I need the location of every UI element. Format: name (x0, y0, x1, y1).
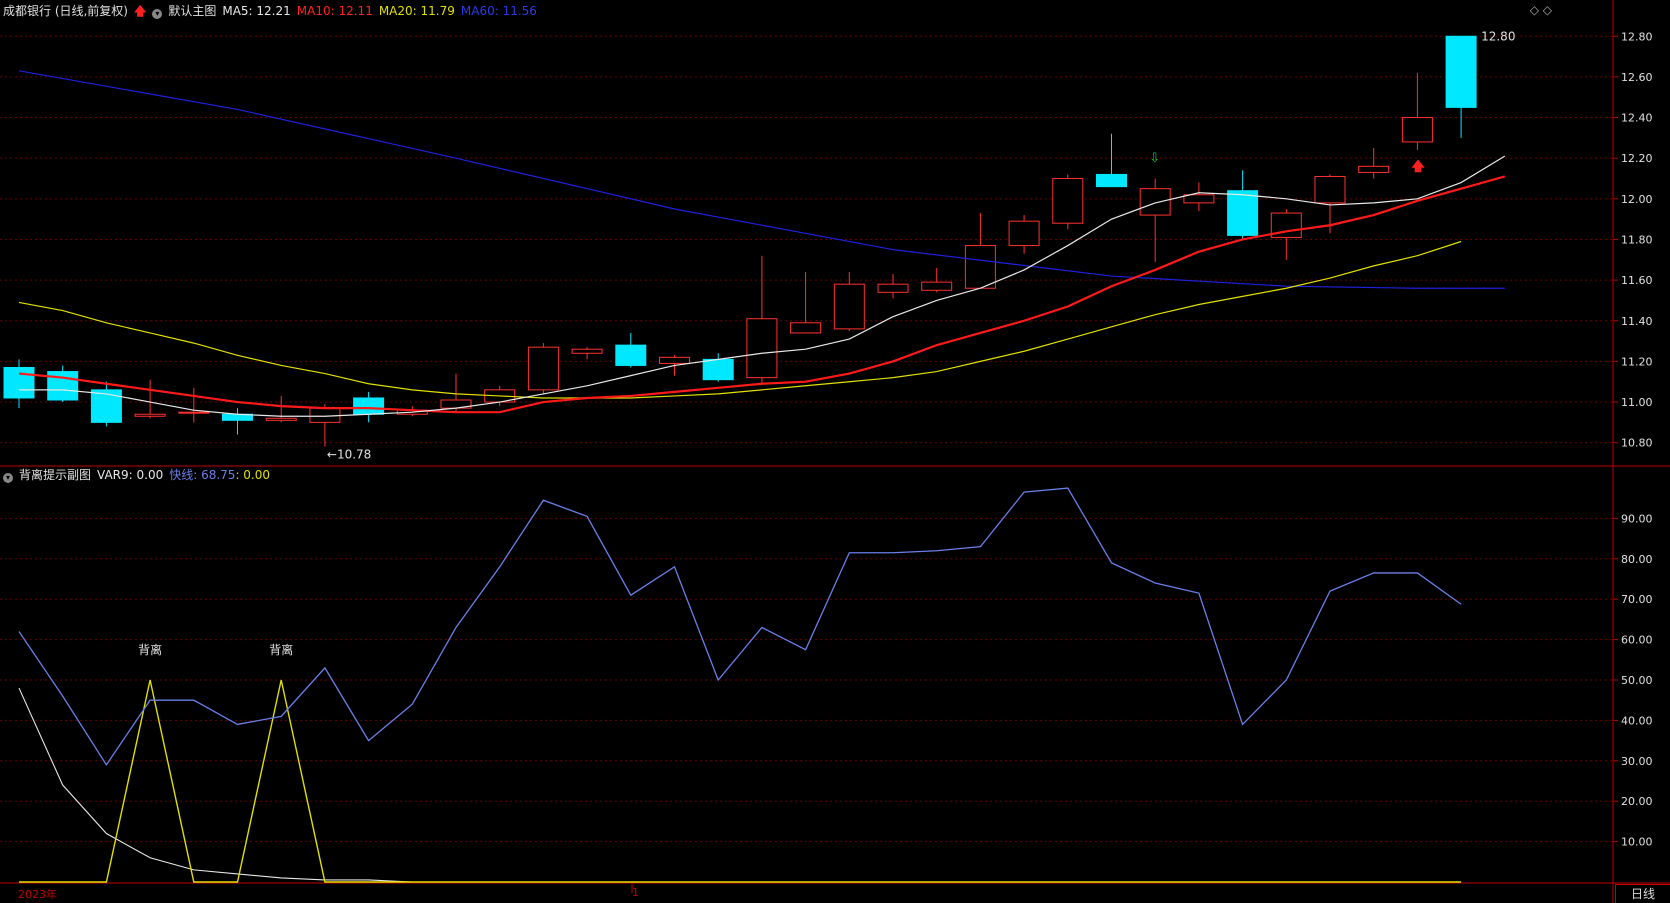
candle-down (702, 358, 734, 381)
y-tick-label: 60.00 (1621, 634, 1653, 647)
slow-line-label: : 0.00 (235, 468, 271, 482)
candle-up (921, 281, 953, 291)
ma20-line (18, 240, 1462, 399)
y-tick-label: 80.00 (1621, 553, 1653, 566)
candle-up (265, 417, 297, 421)
candle-down (353, 397, 385, 415)
month-label: 1 (632, 886, 639, 899)
settings-icon[interactable]: ▾ (3, 473, 13, 483)
candle-up (1401, 117, 1433, 143)
y-tick-label: 50.00 (1621, 674, 1653, 687)
price-annotation: ←10.78 (327, 448, 371, 462)
green-down-arrow-icon: ⇩ (1149, 151, 1160, 166)
candle-up (833, 283, 865, 330)
main-chart-header: 成都银行 (日线,前复权) 🡅 ▾ 默认主图 MA5: 12.21 MA10: 12.11… (3, 4, 543, 19)
candle-up (964, 245, 996, 289)
stock-title[interactable]: 成都银行 (日线,前复权) (3, 4, 128, 18)
ma20-label: MA20: 11.79 (378, 4, 455, 18)
period-tab[interactable]: 日线 (1615, 884, 1670, 903)
ma60-line (18, 70, 1505, 289)
sub-indicator-name[interactable]: 背离提示副图 (19, 468, 91, 482)
candle-down (90, 389, 122, 423)
ma5-label: MA5: 12.21 (222, 4, 291, 18)
y-tick-label: 11.40 (1621, 315, 1653, 328)
candle-up (1183, 194, 1215, 204)
y-tick-label: 12.20 (1621, 152, 1653, 165)
y-tick-label: 11.00 (1621, 396, 1653, 409)
candle-down (1227, 190, 1259, 236)
y-tick-label: 10.80 (1621, 437, 1653, 450)
candle-up (134, 413, 166, 417)
candle-up (571, 348, 603, 354)
candle-up (746, 318, 778, 379)
y-tick-label: 12.60 (1621, 71, 1653, 84)
y-tick-label: 12.40 (1621, 112, 1653, 125)
candle-down (1445, 35, 1477, 108)
candle-up (1008, 220, 1040, 247)
y-tick-label: 20.00 (1621, 795, 1653, 808)
settings-icon[interactable]: ▾ (152, 9, 163, 19)
candle-up (1052, 178, 1084, 224)
y-tick-label: 70.00 (1621, 593, 1653, 606)
y-tick-label: 11.60 (1621, 274, 1653, 287)
stock-chart[interactable]: 10.80 11.00 11.20 11.40 11.60 11.80 12.00 12.20… (0, 0, 1670, 903)
candle-up (1314, 175, 1346, 204)
y-tick-label: 11.20 (1621, 355, 1653, 368)
year-label: 2023年 (18, 888, 57, 901)
y-tick-label: 12.80 (1621, 30, 1653, 43)
red-up-arrow-icon: 🡅 (1411, 159, 1425, 174)
y-tick-label: 11.80 (1621, 233, 1653, 246)
red-up-arrow-icon: 🡅 (134, 4, 147, 18)
candle-up (527, 346, 559, 391)
candle-down (3, 366, 35, 399)
sub-chart-header: ▾ 背离提示副图 VAR9: 0.00 快线: 68.75: 0.00 (3, 468, 276, 483)
price-annotation: 12.80 (1481, 29, 1515, 43)
window-controls[interactable]: ◇ ◇ (1530, 3, 1552, 17)
y-tick-label: 10.00 (1621, 836, 1653, 849)
divergence-label: 背离 (269, 642, 293, 657)
slow-line (18, 687, 1462, 883)
candle-up (659, 356, 690, 364)
candle-up (1139, 188, 1171, 216)
candle-down (1096, 173, 1127, 188)
candle-up (1358, 165, 1390, 173)
var9-label: VAR9: 0.00 (97, 468, 164, 482)
candle-up (178, 411, 210, 414)
candle-up (790, 322, 822, 334)
candle-up (877, 283, 909, 293)
var9-line (19, 679, 1462, 883)
fast-line (18, 487, 1462, 767)
y-tick-label: 40.00 (1621, 714, 1653, 727)
ma60-label: MA60: 11.56 (460, 4, 537, 18)
divergence-label: 背离 (138, 642, 162, 657)
y-tick-label: 90.00 (1621, 512, 1653, 525)
fast-line-label: 快线: 68.75 (169, 468, 236, 482)
y-tick-label: 12.00 (1621, 193, 1653, 206)
ma10-label: MA10: 12.11 (296, 4, 373, 18)
indicator-name[interactable]: 默认主图 (168, 4, 216, 18)
candle-down (615, 344, 647, 366)
y-tick-label: 30.00 (1621, 755, 1653, 768)
